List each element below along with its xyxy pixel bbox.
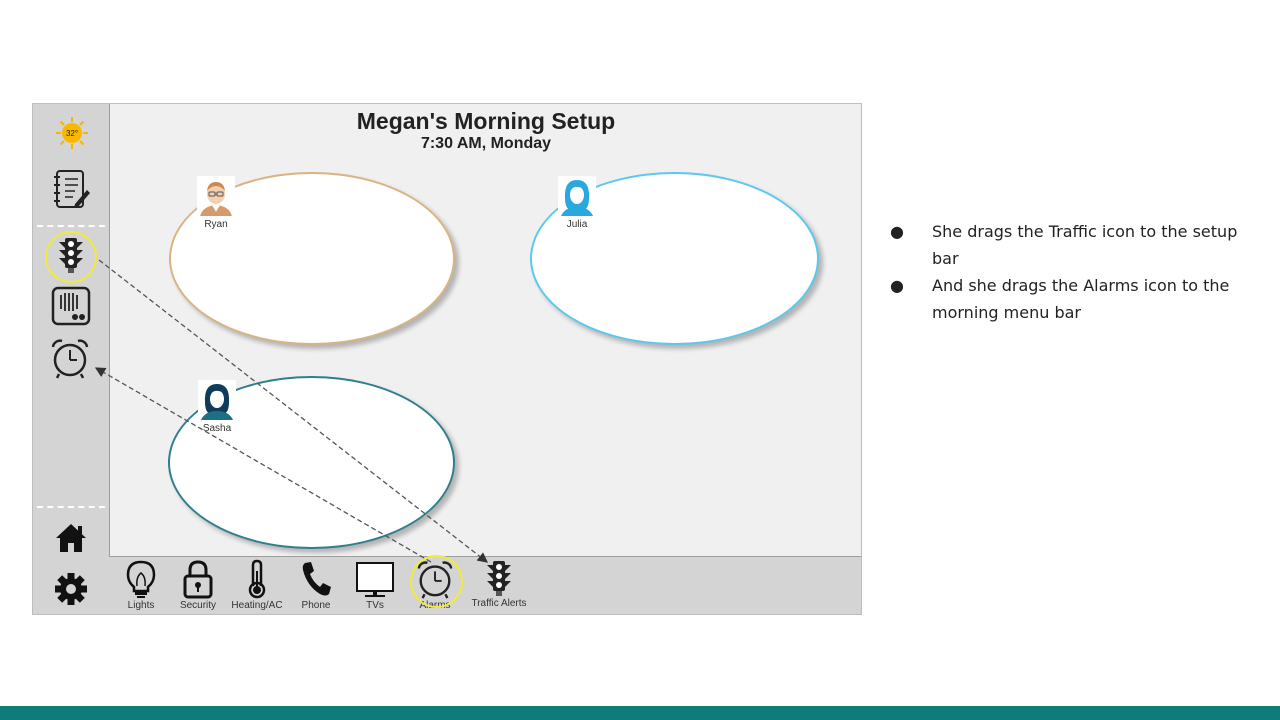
slide-notes: ● She drags the Traffic icon to the setup… [890, 218, 1250, 326]
note-text: She drags the Traffic icon to the setup … [932, 222, 1238, 268]
note-item: ● And she drags the Alarms icon to the mo… [890, 272, 1250, 326]
bullet-icon: ● [890, 276, 904, 295]
note-item: ● She drags the Traffic icon to the setup… [890, 218, 1250, 272]
footer-bar [0, 706, 1280, 720]
traffic-drag-arrow [98, 259, 489, 563]
drag-arrows [94, 259, 489, 563]
alarms-drag-arrow [94, 367, 432, 563]
app-mockup: 32° Megan's Morning Setup 7:30 AM, Monda… [32, 103, 862, 615]
note-text: And she drags the Alarms icon to the mor… [932, 276, 1230, 322]
bullet-icon: ● [890, 222, 904, 241]
